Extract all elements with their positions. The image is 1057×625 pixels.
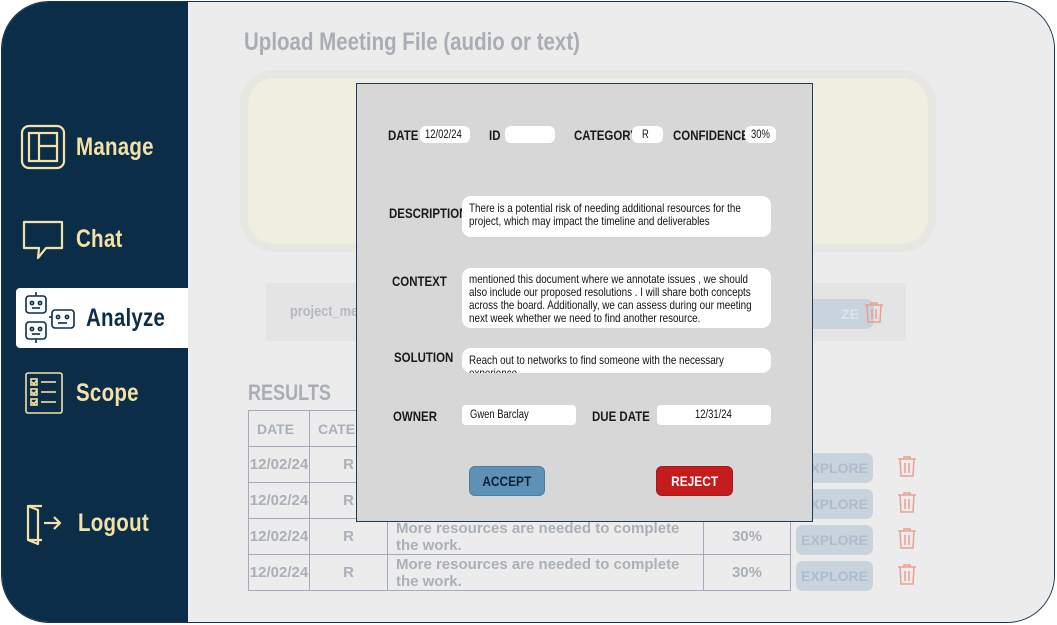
trash-icon[interactable] bbox=[864, 301, 884, 323]
chat-bubble-icon bbox=[22, 220, 64, 260]
row-confidence: 30% bbox=[702, 518, 791, 555]
file-name: project_mee bbox=[290, 303, 366, 320]
sidebar-item-label: Chat bbox=[76, 224, 123, 253]
row-date: 12/02/24 bbox=[248, 482, 310, 519]
id-label: ID bbox=[489, 127, 501, 143]
row-category: R bbox=[309, 518, 388, 555]
row-date: 12/02/24 bbox=[248, 446, 310, 483]
trash-icon[interactable] bbox=[897, 455, 917, 477]
reject-button[interactable]: REJECT bbox=[656, 466, 733, 496]
issue-detail-modal: DATE 12/02/24 ID CATEGORY R CONFIDENCE 3… bbox=[356, 83, 813, 522]
sidebar-item-logout[interactable]: Logout bbox=[20, 500, 164, 546]
context-field[interactable]: mentioned this document where we annotat… bbox=[462, 268, 771, 328]
table-row[interactable]: 12/02/24 R More resources are needed to … bbox=[248, 518, 791, 555]
owner-label: OWNER bbox=[393, 408, 438, 424]
robots-icon bbox=[25, 292, 75, 343]
sidebar: Manage Chat Analyze Scope Logout bbox=[2, 2, 188, 622]
logout-icon bbox=[26, 504, 62, 546]
row-confidence: 30% bbox=[702, 554, 791, 591]
category-field[interactable]: R bbox=[632, 126, 663, 143]
solution-label: SOLUTION bbox=[394, 349, 454, 365]
due-date-label: DUE DATE bbox=[592, 408, 650, 424]
explore-button[interactable]: EXPLORE bbox=[796, 561, 873, 591]
confidence-field[interactable]: 30% bbox=[745, 126, 776, 143]
trash-icon[interactable] bbox=[897, 527, 917, 549]
sidebar-item-manage[interactable]: Manage bbox=[20, 124, 171, 170]
board-icon bbox=[20, 124, 66, 170]
row-description: More resources are needed to complete th… bbox=[386, 518, 704, 555]
row-date: 12/02/24 bbox=[248, 554, 310, 591]
description-label: DESCRIPTION bbox=[389, 205, 468, 221]
table-row[interactable]: 12/02/24 R More resources are needed to … bbox=[248, 554, 791, 591]
due-date-field[interactable]: 12/31/24 bbox=[657, 405, 771, 425]
id-field[interactable] bbox=[505, 126, 555, 143]
checklist-icon bbox=[25, 372, 63, 414]
sidebar-item-label: Scope bbox=[76, 378, 139, 407]
trash-icon[interactable] bbox=[897, 563, 917, 585]
sidebar-item-label: Manage bbox=[76, 132, 154, 161]
row-date: 12/02/24 bbox=[248, 518, 310, 555]
trash-icon[interactable] bbox=[897, 491, 917, 513]
solution-field[interactable]: Reach out to networks to find someone wi… bbox=[462, 348, 771, 373]
owner-field[interactable]: Gwen Barclay bbox=[462, 405, 576, 425]
explore-button[interactable]: EXPLORE bbox=[796, 525, 873, 555]
row-description: More resources are needed to complete th… bbox=[386, 554, 704, 591]
context-label: CONTEXT bbox=[392, 273, 447, 289]
row-category: R bbox=[309, 554, 388, 591]
column-header: DATE bbox=[248, 410, 310, 447]
sidebar-item-analyze[interactable]: Analyze bbox=[16, 288, 188, 348]
page-title: Upload Meeting File (audio or text) bbox=[244, 28, 580, 56]
results-title: RESULTS bbox=[248, 380, 331, 405]
sidebar-item-scope[interactable]: Scope bbox=[20, 369, 153, 417]
sidebar-item-label: Logout bbox=[78, 508, 149, 537]
confidence-label: CONFIDENCE bbox=[673, 127, 749, 143]
accept-button[interactable]: ACCEPT bbox=[469, 466, 545, 496]
date-label: DATE bbox=[388, 127, 419, 143]
sidebar-item-chat[interactable]: Chat bbox=[20, 216, 133, 262]
sidebar-item-label: Analyze bbox=[86, 303, 166, 332]
description-field[interactable]: There is a potential risk of needing add… bbox=[462, 196, 771, 237]
category-label: CATEGORY bbox=[574, 127, 638, 143]
date-field[interactable]: 12/02/24 bbox=[420, 126, 470, 143]
